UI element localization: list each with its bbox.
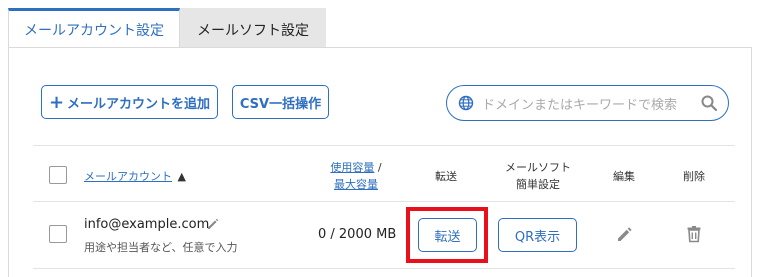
globe-icon <box>458 95 474 111</box>
account-column-header[interactable]: メールアカウント ▲ <box>84 168 186 184</box>
csv-bulk-label: CSV一括操作 <box>239 96 322 112</box>
tab-mail-account-settings[interactable]: メールアカウント設定 <box>8 8 180 48</box>
usage-separator: / <box>374 161 382 174</box>
search-input[interactable]: ドメインまたはキーワードで検索 <box>446 85 729 121</box>
account-sort-link[interactable]: メールアカウント <box>84 170 172 183</box>
forward-column-header: 転送 <box>435 170 457 183</box>
qr-display-button[interactable]: QR表示 <box>498 218 577 252</box>
add-mail-account-label: メールアカウントを追加 <box>67 96 211 112</box>
add-mail-account-button[interactable]: + メールアカウントを追加 <box>41 85 218 119</box>
trash-icon[interactable] <box>684 224 704 244</box>
quota-value: 0 / 2000 MB <box>318 227 397 242</box>
pencil-icon[interactable] <box>615 224 635 244</box>
mailsoft-header-line1: メールソフト <box>505 161 571 174</box>
forward-button[interactable]: 転送 <box>418 218 477 252</box>
tab-bar: メールアカウント設定 メールソフト設定 <box>8 8 326 48</box>
mailsoft-column-header: メールソフト 簡単設定 <box>498 159 578 193</box>
usage-column-header: 使用容量 / 最大容量 <box>326 159 386 193</box>
table-header-divider <box>33 201 735 202</box>
row-checkbox[interactable] <box>49 225 67 243</box>
sort-indicator: ▲ <box>177 170 186 183</box>
table-row-divider <box>33 268 735 269</box>
select-all-checkbox[interactable] <box>49 166 67 184</box>
pencil-icon[interactable] <box>206 217 220 231</box>
account-email: info@example.com <box>84 217 210 232</box>
edit-column-header: 編集 <box>613 170 635 183</box>
usage-sort-link[interactable]: 使用容量 <box>330 161 374 174</box>
account-memo: 用途や担当者など、任意で入力 <box>84 241 238 254</box>
table-top-divider <box>33 145 735 146</box>
max-capacity-sort-link[interactable]: 最大容量 <box>334 178 378 191</box>
search-placeholder: ドメインまたはキーワードで検索 <box>482 97 678 113</box>
tab-mail-software-settings[interactable]: メールソフト設定 <box>180 8 326 48</box>
plus-icon: + <box>48 91 65 113</box>
delete-column-header: 削除 <box>683 170 705 183</box>
search-icon[interactable] <box>700 94 718 112</box>
csv-bulk-button[interactable]: CSV一括操作 <box>232 85 329 119</box>
mailsoft-header-line2: 簡単設定 <box>516 178 560 191</box>
